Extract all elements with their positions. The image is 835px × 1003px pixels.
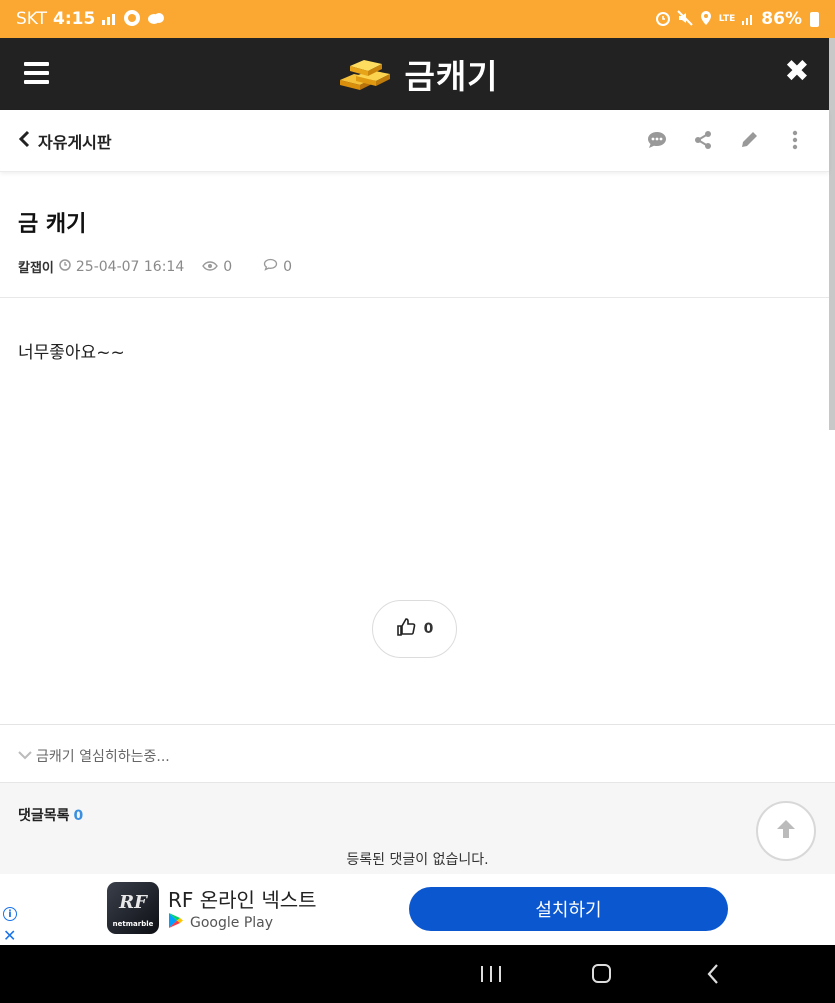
board-name: 자유게시판 [38,132,112,152]
comment-heading-label: 댓글목록 [18,808,70,824]
ad-title[interactable]: RF 온라인 넥스트 [168,884,317,913]
battery-percent: 86% [761,9,802,29]
share-icon[interactable] [691,128,715,152]
play-store-icon [168,912,184,933]
scroll-top-button[interactable] [756,801,816,861]
post-body: 너무좋아요~~ [18,343,125,363]
system-nav-bar [0,945,835,1003]
app-icon-subtext: netmarble [112,920,154,928]
empty-comments-text: 등록된 댓글이 없습니다. [346,852,489,868]
edit-icon[interactable] [737,128,761,152]
messenger-icon [123,9,141,30]
comment-count: 0 [283,258,293,275]
thumbs-up-icon [396,617,416,641]
home-icon[interactable] [592,964,611,983]
comment-heading-count: 0 [73,808,84,824]
arrow-up-icon [774,817,798,845]
comment-section: 댓글목록 0 등록된 댓글이 없습니다. [0,782,835,874]
more-icon[interactable] [783,128,807,152]
post-meta: 칼잽이 25-04-07 16:14 0 0 [18,257,293,277]
lte-icon: LTE [718,13,736,24]
scrollbar[interactable] [829,38,835,430]
ad-store: Google Play [168,912,273,933]
comment-heading: 댓글목록 0 [18,805,83,825]
app-icon-text: RF [119,892,147,913]
close-icon[interactable]: ✕ [3,926,16,945]
comment-count-icon [263,258,278,275]
board-bar: 자유게시판 [0,110,829,172]
like-button[interactable]: 0 [372,600,457,658]
signal-chart-icon [101,11,117,28]
back-icon[interactable] [703,962,723,986]
battery-icon [810,11,819,27]
recent-apps-icon[interactable] [481,966,501,982]
post-author[interactable]: 칼잽이 [18,257,54,276]
cell-signal-icon [741,11,755,28]
store-name: Google Play [190,914,274,931]
info-icon[interactable]: i [3,907,17,921]
app-header: 금캐기 ✖ [0,38,835,110]
divider [0,297,829,298]
gold-bars-icon [340,60,391,90]
post-datetime: 25-04-07 16:14 [75,258,185,275]
brand[interactable]: 금캐기 [336,50,498,98]
location-icon [699,10,713,29]
app-icon[interactable]: RF netmarble [107,882,159,934]
install-button[interactable]: 설치하기 [409,887,728,931]
cloud-icon [147,11,165,28]
alarm-icon [655,10,671,29]
hamburger-icon[interactable] [24,62,49,84]
chevron-down-icon [18,748,32,764]
signature-text: 금캐기 열심히하는중... [36,749,170,765]
comment-icon[interactable] [645,128,669,152]
status-bar: SKT 4:15 LTE 86% [0,0,835,38]
close-icon[interactable]: ✖ [783,57,811,87]
view-count: 0 [223,258,233,275]
signature-toggle[interactable]: 금캐기 열심히하는중... [18,746,170,766]
clock: 4:15 [53,9,96,29]
like-count: 0 [423,621,434,637]
eye-icon [202,259,219,275]
chevron-left-icon [18,129,30,153]
carrier-label: SKT [16,9,48,29]
app-title: 금캐기 [404,57,499,96]
divider [0,724,835,725]
mute-icon [677,9,693,29]
ad-banner[interactable]: i ✕ RF netmarble RF 온라인 넥스트 Google Play … [0,874,835,945]
post-title: 금 캐기 [18,212,87,237]
clock-icon [59,258,71,275]
back-button[interactable]: 자유게시판 [18,129,112,153]
